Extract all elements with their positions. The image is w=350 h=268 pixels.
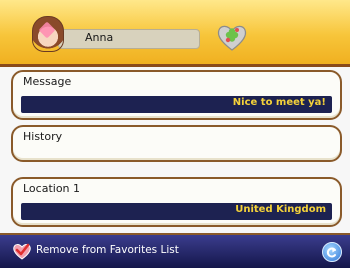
message-panel[interactable]: Message Nice to meet ya! [11, 70, 342, 120]
location-value-bar: United Kingdom [21, 203, 332, 220]
profile-header: Anna [0, 0, 350, 67]
remove-from-favorites-button[interactable]: Remove from Favorites List [12, 241, 212, 261]
heart-check-icon [12, 242, 32, 260]
back-button[interactable] [322, 242, 342, 262]
message-value: Nice to meet ya! [232, 97, 326, 108]
friend-heart-clover-icon [215, 22, 249, 52]
back-arrow-icon [326, 247, 336, 258]
history-title: History [23, 130, 63, 143]
remove-from-favorites-label: Remove from Favorites List [36, 244, 179, 256]
message-title: Message [23, 75, 72, 88]
name-plate: Anna [58, 29, 200, 49]
location-title: Location 1 [23, 182, 81, 195]
bottom-bar: Remove from Favorites List [0, 233, 350, 268]
location-panel[interactable]: Location 1 United Kingdom [11, 177, 342, 227]
history-panel[interactable]: History [11, 125, 342, 162]
username: Anna [85, 31, 114, 44]
location-value: United Kingdom [235, 204, 326, 215]
message-value-bar: Nice to meet ya! [21, 96, 332, 113]
friend-profile-screen: Anna Message Nice to meet ya! History Lo… [0, 0, 350, 268]
